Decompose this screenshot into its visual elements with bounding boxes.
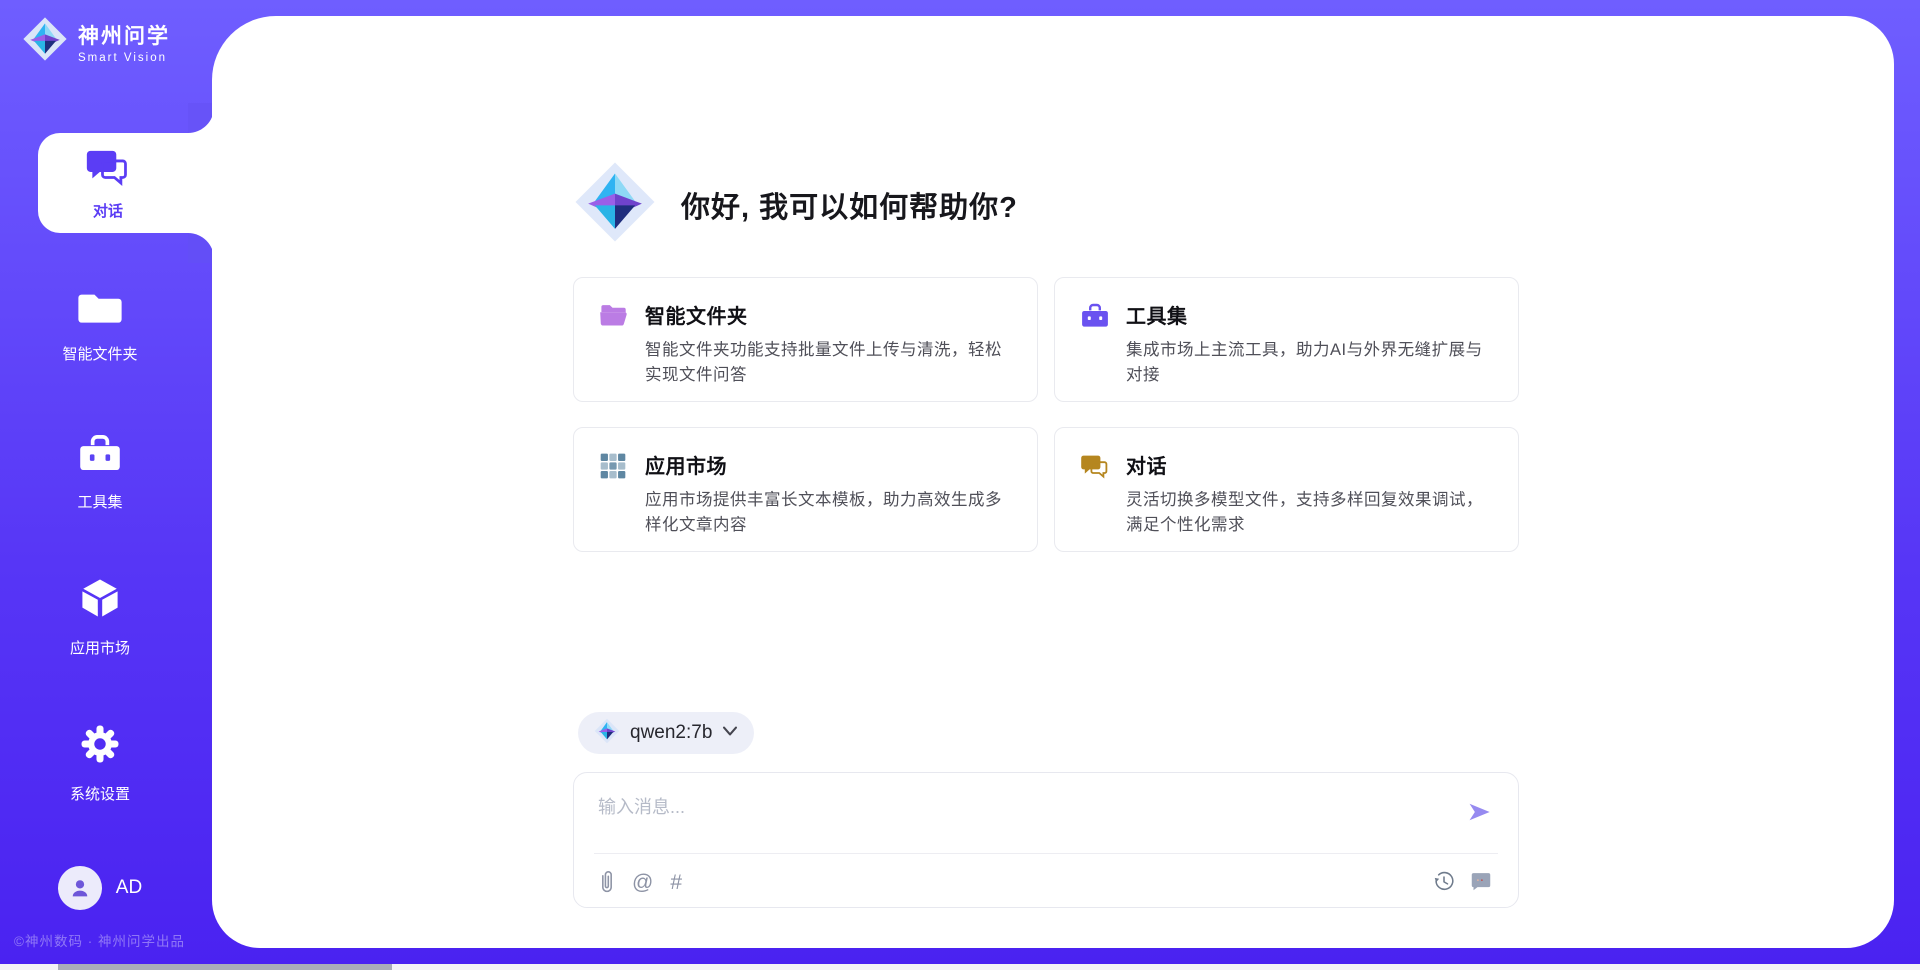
- sidebar-item-label: 应用市场: [70, 637, 130, 658]
- composer-divider: [594, 853, 1498, 854]
- main-panel: 你好, 我可以如何帮助你? 智能文件夹 智能文件夹功能支持批量文件上传与清洗，轻…: [212, 16, 1894, 948]
- attachment-icon[interactable]: [599, 870, 615, 894]
- toolbox-icon: [77, 432, 123, 479]
- chevron-down-icon: [722, 724, 738, 742]
- sidebar-item-chat[interactable]: 对话: [38, 133, 214, 233]
- sidebar-item-label: 系统设置: [70, 783, 130, 804]
- horizontal-scrollbar: [0, 964, 1920, 970]
- card-description: 灵活切换多模型文件，支持多样回复效果调试，满足个性化需求: [1126, 488, 1494, 538]
- card-description: 集成市场上主流工具，助力AI与外界无缝扩展与对接: [1126, 338, 1494, 388]
- scrollbar-thumb[interactable]: [58, 964, 392, 970]
- card-toolset[interactable]: 工具集 集成市场上主流工具，助力AI与外界无缝扩展与对接: [1054, 277, 1519, 402]
- chat-icon: [1080, 452, 1110, 484]
- greeting: 你好, 我可以如何帮助你?: [573, 160, 1018, 249]
- brand-subtitle: Smart Vision: [78, 52, 170, 64]
- sidebar-item-app-market[interactable]: 应用市场: [0, 576, 200, 658]
- card-title: 智能文件夹: [645, 300, 1013, 329]
- card-app-market[interactable]: 应用市场 应用市场提供丰富长文本模板，助力高效生成多样化文章内容: [573, 427, 1038, 552]
- brand: 神州问学 Smart Vision: [22, 16, 170, 67]
- folder-icon: [77, 288, 123, 331]
- greeting-logo-diamond-icon: [573, 160, 657, 249]
- folder-open-icon: [599, 302, 629, 333]
- card-title: 对话: [1126, 450, 1494, 479]
- tab-curve-top: [188, 103, 214, 133]
- grid-icon: [599, 452, 627, 485]
- model-selector[interactable]: qwen2:7b: [578, 712, 754, 754]
- card-title: 工具集: [1126, 300, 1494, 329]
- brand-name: 神州问学: [78, 20, 170, 50]
- sidebar-item-toolset[interactable]: 工具集: [0, 432, 200, 512]
- cube-icon: [78, 576, 122, 625]
- sidebar-item-label: 工具集: [77, 491, 122, 512]
- chat-icon: [85, 145, 131, 192]
- message-composer: @ #: [573, 772, 1519, 908]
- send-icon[interactable]: [1466, 799, 1492, 830]
- feature-cards: 智能文件夹 智能文件夹功能支持批量文件上传与清洗，轻松实现文件问答 工具集 集成…: [573, 277, 1519, 552]
- sidebar-item-label: 智能文件夹: [62, 343, 137, 364]
- card-description: 应用市场提供丰富长文本模板，助力高效生成多样化文章内容: [645, 488, 1013, 538]
- avatar: [58, 866, 102, 910]
- message-input[interactable]: [598, 793, 1418, 843]
- sidebar-item-settings[interactable]: 系统设置: [0, 722, 200, 804]
- chat-bubble-icon[interactable]: [1470, 870, 1492, 892]
- card-description: 智能文件夹功能支持批量文件上传与清洗，轻松实现文件问答: [645, 338, 1013, 388]
- user-name: AD: [116, 877, 142, 899]
- mention-icon[interactable]: @: [632, 872, 653, 893]
- history-icon[interactable]: [1433, 870, 1455, 892]
- model-diamond-icon: [594, 718, 620, 749]
- hashtag-icon[interactable]: #: [670, 872, 682, 893]
- brand-logo-diamond-icon: [22, 16, 68, 67]
- card-title: 应用市场: [645, 450, 1013, 479]
- sidebar-item-label: 对话: [93, 200, 123, 221]
- tab-curve-bottom: [188, 233, 214, 263]
- gear-icon: [78, 722, 122, 771]
- model-name: qwen2:7b: [630, 722, 712, 744]
- greeting-text: 你好, 我可以如何帮助你?: [681, 184, 1018, 226]
- toolbox-icon: [1080, 302, 1110, 334]
- card-smart-folder[interactable]: 智能文件夹 智能文件夹功能支持批量文件上传与清洗，轻松实现文件问答: [573, 277, 1038, 402]
- sidebar-footer: ©神州数码 · 神州问学出品: [14, 930, 185, 950]
- card-chat[interactable]: 对话 灵活切换多模型文件，支持多样回复效果调试，满足个性化需求: [1054, 427, 1519, 552]
- user-menu[interactable]: AD: [0, 866, 200, 910]
- sidebar-item-smart-folder[interactable]: 智能文件夹: [0, 288, 200, 364]
